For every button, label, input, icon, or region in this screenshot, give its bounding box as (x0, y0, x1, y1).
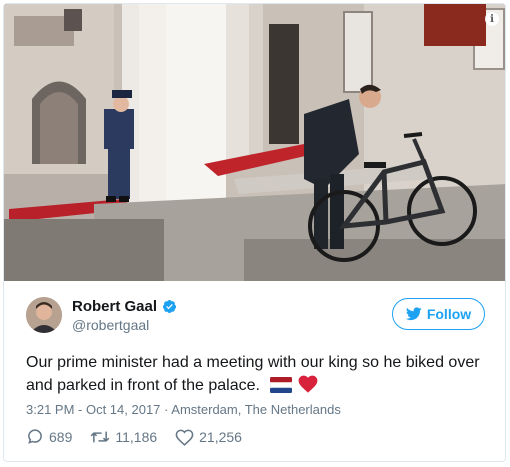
tweet-text: Our prime minister had a meeting with ou… (26, 351, 496, 397)
like-count: 21,256 (199, 429, 242, 445)
tweet-card: i Robert Gaal @robertgaal Follow Our pri… (3, 3, 506, 462)
tweet-meta: 3:21 PM - Oct 14, 2017 · Amsterdam, The … (26, 402, 341, 417)
twitter-bird-icon (405, 307, 422, 321)
author-display-name[interactable]: Robert Gaal (72, 298, 157, 315)
like-icon (175, 429, 194, 446)
verified-badge-icon (162, 299, 177, 313)
author-name-row: Robert Gaal (72, 298, 177, 315)
avatar[interactable] (26, 297, 62, 333)
follow-label: Follow (426, 306, 472, 322)
author-handle[interactable]: @robertgaal (72, 317, 177, 333)
red-heart-icon (298, 375, 318, 393)
reply-button[interactable]: 689 (26, 428, 72, 446)
author-names: Robert Gaal @robertgaal (72, 298, 177, 333)
palace-photo-illustration (4, 4, 505, 281)
avatar-photo-illustration (26, 297, 62, 333)
tweet-author: Robert Gaal @robertgaal (26, 297, 177, 333)
netherlands-flag-icon (270, 377, 293, 393)
info-icon[interactable]: i (485, 12, 499, 26)
tweet-photo[interactable]: i (4, 4, 505, 281)
tweet-location[interactable]: Amsterdam, The Netherlands (171, 402, 341, 417)
tweet-body: Our prime minister had a meeting with ou… (26, 354, 480, 394)
tweet-actions: 689 11,186 21,256 (26, 428, 260, 446)
reply-icon (28, 429, 42, 444)
like-button[interactable]: 21,256 (175, 429, 242, 446)
reply-count: 689 (49, 429, 73, 445)
retweet-button[interactable]: 11,186 (90, 428, 157, 446)
tweet-timestamp[interactable]: 3:21 PM - Oct 14, 2017 (26, 402, 160, 417)
follow-button[interactable]: Follow (392, 298, 485, 330)
retweet-count: 11,186 (115, 429, 158, 445)
retweet-icon (90, 431, 110, 443)
